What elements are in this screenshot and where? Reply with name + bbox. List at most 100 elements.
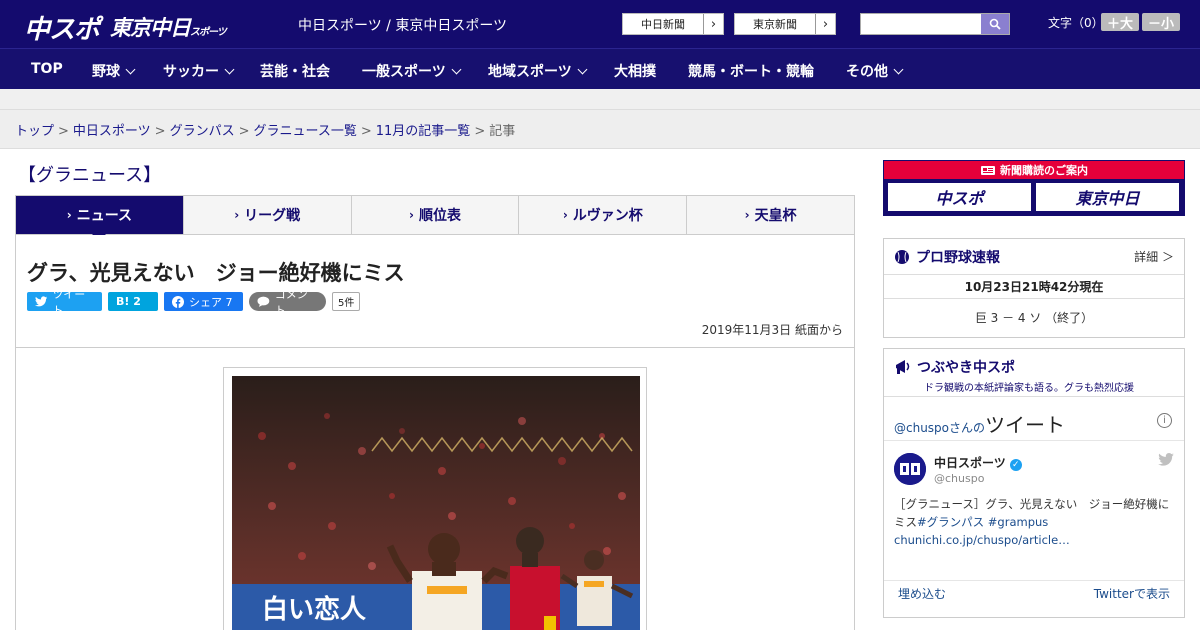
twitter-icon [35,296,48,307]
photo-banner-text: 白い恋人 [262,594,366,625]
nav-label: TOP [31,61,63,77]
nav-label: サッカー [163,64,219,80]
timeline-account-suffix: さんの [949,421,986,435]
article-photo[interactable]: 白い恋人 [232,376,640,630]
tweet-hashtags[interactable]: #グランパス #grampus [917,515,1048,529]
info-icon[interactable]: i [1157,413,1172,428]
chunichi-shimbun-label: 中日新聞 [641,18,685,31]
megaphone-icon [896,360,910,374]
search-icon [989,18,1001,30]
comment-button[interactable]: コメント [249,288,326,317]
font-size-label: 文字（0） [1048,16,1104,30]
chuspo-avatar-logo [894,453,926,485]
timeline-tweets-label: ツイート [985,413,1066,437]
tokyo-shimbun-link[interactable]: 東京新聞 › [734,13,836,35]
tokyo-chunichi-logo[interactable]: 東京中日スポーツ [110,12,227,42]
baseball-icon [895,249,909,264]
nav-item-soccer[interactable]: サッカー [163,61,235,81]
breadcrumb-top[interactable]: トップ [15,124,54,139]
facebook-share-button[interactable]: シェア 7 [164,292,243,311]
newspaper-icon [981,165,995,175]
subscription-header-label: 新聞購読のご案内 [1000,164,1088,177]
tokyo-chunichi-subscribe-link[interactable]: 東京中日 [1036,183,1179,211]
breadcrumb-chuspo[interactable]: 中日スポーツ [73,124,151,139]
subscription-promo[interactable]: 新聞購読のご案内 中スポ 東京中日 [883,160,1185,216]
breadcrumb-current: 記事 [489,124,516,139]
nav-item-general-sports[interactable]: 一般スポーツ [362,61,462,81]
chevron-right-icon: › [409,208,414,222]
tab-label: ニュース [76,208,133,224]
tab-news[interactable]: › ニュース [16,196,184,241]
baseball-score[interactable]: 巨 3 － 4 ソ （終了） [884,299,1184,337]
nav-item-local-sports[interactable]: 地域スポーツ [488,61,588,81]
tokyo-logo-sub: スポーツ [190,27,227,38]
embed-link[interactable]: 埋め込む [898,585,946,602]
font-size-increase-button[interactable]: ＋大 [1101,13,1139,32]
chevron-right-icon: › [815,14,835,34]
article-date: 2019年11月3日 紙面から [701,323,843,337]
chevron-right-icon: › [66,208,72,222]
article-divider [16,347,854,348]
nav-item-top[interactable]: TOP [31,61,63,77]
speech-bubble-icon [257,296,270,307]
nav-item-baseball[interactable]: 野球 [92,61,136,81]
twitter-widget-title: つぶやき中スポ [917,360,1015,376]
chunichi-shimbun-link[interactable]: 中日新聞 › [622,13,724,35]
nav-label: その他 [846,64,888,80]
site-title[interactable]: 中日スポーツ / 東京中日スポーツ [298,15,507,35]
tweet-button[interactable]: ツイート [27,288,102,317]
twitter-widget-subtitle: ドラ観戦の本紙評論家も語る。グラも熱烈応援 [924,383,1134,394]
nav-item-racing[interactable]: 競馬・ボート・競輪 [688,61,814,81]
baseball-timestamp: 10月23日21時42分現在 [884,275,1184,299]
tweet-link[interactable]: chunichi.co.jp/chuspo/article… [894,533,1070,547]
article-headline: グラ、光見えない ジョー絶好機にミス [27,261,405,285]
avatar[interactable] [894,453,926,485]
article-photo-frame: 白い恋人 [223,367,647,630]
timeline-header: @chuspoさんのツイート i [884,397,1184,441]
nav-item-other[interactable]: その他 [846,61,904,81]
baseball-widget-title: プロ野球速報 [916,249,1000,266]
chevron-right-icon: › [234,208,240,222]
nav-label: 大相撲 [614,64,656,80]
nav-item-entertainment[interactable]: 芸能・社会 [260,61,330,81]
tab-emperors-cup[interactable]: › 天皇杯 [687,196,854,234]
search-button[interactable] [981,14,1009,34]
nav-label: 一般スポーツ [362,64,446,80]
tweet-author[interactable]: 中日スポーツ ✓ [934,454,1022,471]
tweet-card[interactable]: 中日スポーツ ✓ @chuspo ［グラニュース］グラ、光見えない ジョー絶好機に… [884,441,1184,581]
chevron-down-icon [125,64,136,75]
hatena-bookmark-button[interactable]: B! 2 [108,292,158,311]
section-tabs: › ニュース › リーグ戦 › 順位表 › ルヴァン杯 › 天皇杯 [15,195,855,241]
breadcrumb-separator: > [154,124,166,139]
breadcrumb: トップ > 中日スポーツ > グランパス > グラニュース一覧 >11月の記事一覧 > 記事 [0,110,1200,149]
tab-levain-cup[interactable]: › ルヴァン杯 [519,196,688,234]
timeline-account[interactable]: @chuspo [894,421,949,435]
tweet-label: ツイート [52,287,86,317]
breadcrumb-separator: > [474,124,486,139]
comment-count[interactable]: 5件 [332,292,361,311]
search-input[interactable] [860,13,1010,35]
twitter-bird-icon[interactable] [1158,453,1174,470]
breadcrumb-november-list[interactable]: 11月の記事一覧 [376,124,471,139]
tab-league[interactable]: › リーグ戦 [183,196,352,234]
view-on-twitter-link[interactable]: Twitterで表示 [1094,585,1170,602]
tab-standings[interactable]: › 順位表 [351,196,520,234]
breadcrumb-grampus[interactable]: グランパス [170,124,235,139]
baseball-widget-header: プロ野球速報 詳細 ＞ [884,239,1184,275]
tab-label: 天皇杯 [754,208,797,224]
chuspo-subscribe-link[interactable]: 中スポ [888,183,1031,211]
baseball-detail-link[interactable]: 詳細 ＞ [1134,248,1174,265]
breadcrumb-gra-news-list[interactable]: グラニュース一覧 [254,124,357,139]
chuspo-logo[interactable]: 中スポ [24,9,100,46]
tokyo-shimbun-label: 東京新聞 [753,18,797,31]
breadcrumb-separator: > [238,124,250,139]
verified-badge-icon: ✓ [1009,459,1022,471]
font-size-decrease-button[interactable]: －小 [1142,13,1180,32]
tweet-author-name: 中日スポーツ [934,456,1006,470]
tweet-text: ［グラニュース］グラ、光見えない ジョー絶好機にミス#グランパス #grampu… [894,495,1174,549]
nav-label: 芸能・社会 [260,64,330,80]
nav-item-sumo[interactable]: 大相撲 [614,61,656,81]
tweet-handle[interactable]: @chuspo [934,472,984,485]
chevron-right-icon: › [703,14,723,34]
chevron-down-icon [451,64,462,75]
